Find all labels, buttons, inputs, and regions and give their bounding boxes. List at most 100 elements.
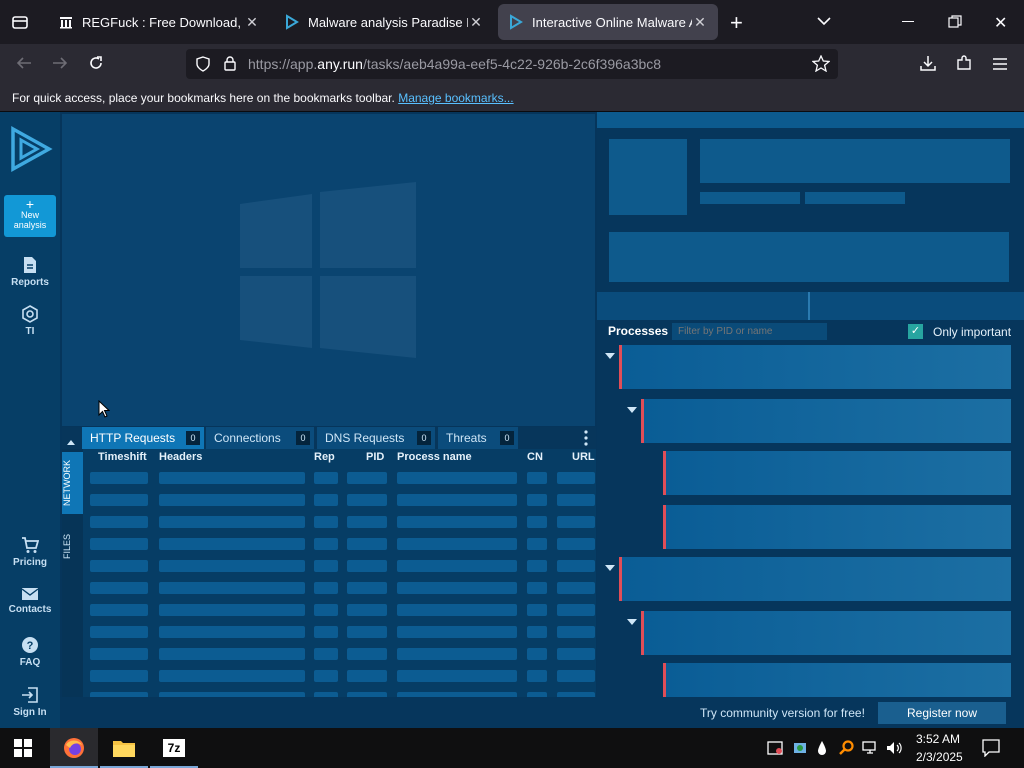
table-cell-placeholder	[90, 472, 148, 484]
table-cell-placeholder	[159, 538, 305, 550]
close-icon[interactable]: ✕	[692, 14, 708, 31]
menu-icon[interactable]	[992, 57, 1008, 75]
downloads-icon[interactable]	[920, 55, 936, 76]
start-button[interactable]	[14, 739, 32, 762]
chevron-down-icon[interactable]	[816, 14, 832, 32]
volume-icon[interactable]	[886, 741, 904, 760]
notifications-icon[interactable]	[982, 739, 1000, 762]
forward-icon[interactable]	[52, 56, 68, 75]
7zip-icon: 7z	[163, 739, 185, 757]
bookmarks-toolbar: For quick access, place your bookmarks h…	[0, 84, 1024, 112]
table-cell-placeholder	[347, 494, 387, 506]
help-icon: ?	[22, 637, 38, 653]
manage-bookmarks-link[interactable]: Manage bookmarks...	[398, 91, 513, 105]
extensions-icon[interactable]	[956, 55, 972, 76]
side-tab-network[interactable]: NETWORK	[62, 452, 83, 514]
expand-chevron-icon[interactable]	[605, 353, 615, 359]
process-row-placeholder[interactable]	[619, 557, 1011, 601]
taskbar-clock-date[interactable]: 2/3/2025	[916, 750, 963, 764]
table-cell-placeholder	[397, 626, 517, 638]
table-cell-placeholder	[347, 472, 387, 484]
tray-drop-icon[interactable]	[817, 740, 827, 761]
tab-list-icon[interactable]	[10, 12, 30, 32]
browser-tab[interactable]: Malware analysis Paradise Rans ✕	[274, 4, 494, 40]
taskbar-firefox[interactable]	[50, 728, 98, 768]
only-important-label[interactable]: Only important	[933, 325, 1011, 339]
sidebar-item-ti[interactable]: TI	[0, 305, 60, 337]
more-options-icon[interactable]	[584, 430, 588, 451]
expand-chevron-icon[interactable]	[627, 619, 637, 625]
minimize-icon[interactable]	[902, 21, 914, 22]
window-close-icon[interactable]: ✕	[994, 13, 1007, 33]
table-cell-placeholder	[557, 604, 595, 616]
restore-icon[interactable]	[948, 15, 962, 34]
url-text[interactable]: https://app.any.run/tasks/aeb4a99a-eef5-…	[248, 56, 661, 72]
browser-tab-active[interactable]: Interactive Online Malware Ana ✕	[498, 4, 718, 40]
community-promo-text: Try community version for free!	[700, 706, 865, 720]
process-row-placeholder[interactable]	[663, 663, 1011, 697]
table-cell-placeholder	[347, 560, 387, 572]
divider	[808, 292, 810, 320]
vm-screen-placeholder[interactable]	[62, 114, 595, 426]
column-header-process-name[interactable]: Process name	[397, 451, 472, 463]
register-now-button[interactable]: Register now	[878, 702, 1006, 724]
close-icon[interactable]: ✕	[244, 14, 260, 31]
taskbar-clock-time[interactable]: 3:52 AM	[916, 732, 960, 746]
column-header-pid[interactable]: PID	[366, 451, 384, 463]
back-icon[interactable]	[16, 56, 32, 75]
taskbar-file-explorer[interactable]	[100, 728, 148, 768]
browser-tab[interactable]: REGFuck : Free Download, Borr ✕	[48, 4, 270, 40]
anyrun-logo-icon	[510, 14, 523, 30]
tray-network-app-icon[interactable]	[792, 740, 808, 761]
side-tab-files[interactable]: FILES	[62, 526, 83, 566]
anyrun-logo[interactable]	[9, 126, 53, 177]
tab-threats[interactable]: Threats 0	[438, 427, 518, 449]
process-row-placeholder[interactable]	[619, 345, 1011, 389]
tab-connections[interactable]: Connections 0	[206, 427, 314, 449]
sidebar-item-pricing[interactable]: Pricing	[0, 536, 60, 568]
process-filter-input[interactable]	[672, 323, 827, 340]
table-cell-placeholder	[314, 560, 338, 572]
table-cell-placeholder	[397, 670, 517, 682]
table-cell-placeholder	[557, 670, 595, 682]
sidebar-item-faq[interactable]: ? FAQ	[0, 636, 60, 668]
firefox-icon	[64, 738, 84, 758]
table-cell-placeholder	[347, 670, 387, 682]
sidebar-item-sign-in[interactable]: Sign In	[0, 686, 60, 718]
column-header-url[interactable]: URL	[572, 451, 595, 463]
plus-icon: +	[25, 196, 35, 212]
close-icon[interactable]: ✕	[468, 14, 484, 31]
tab-dns-requests[interactable]: DNS Requests 0	[317, 427, 435, 449]
new-analysis-button[interactable]: + New analysis	[4, 195, 56, 237]
tray-app-icon[interactable]	[767, 741, 783, 760]
table-cell-placeholder	[397, 538, 517, 550]
sidebar-item-reports[interactable]: Reports	[0, 256, 60, 288]
shield-icon[interactable]	[196, 56, 210, 77]
column-header-cn[interactable]: CN	[527, 451, 543, 463]
column-header-rep[interactable]: Rep	[314, 451, 335, 463]
network-icon[interactable]	[862, 741, 878, 760]
table-cell-placeholder	[90, 626, 148, 638]
process-row-placeholder[interactable]	[641, 611, 1011, 655]
expand-chevron-icon[interactable]	[605, 565, 615, 571]
taskbar-7zip[interactable]: 7z	[150, 728, 198, 768]
count-badge: 0	[296, 431, 310, 445]
column-header-timeshift[interactable]: Timeshift	[98, 451, 147, 463]
reload-icon[interactable]	[88, 55, 104, 76]
sidebar-item-contacts[interactable]: Contacts	[0, 587, 60, 615]
process-row-placeholder[interactable]	[641, 399, 1011, 443]
table-cell-placeholder	[314, 538, 338, 550]
table-cell-placeholder	[90, 538, 148, 550]
table-cell-placeholder	[397, 560, 517, 572]
new-tab-icon[interactable]: +	[730, 10, 743, 36]
column-header-headers[interactable]: Headers	[159, 451, 202, 463]
table-cell-placeholder	[90, 648, 148, 660]
bookmark-star-icon[interactable]	[811, 54, 831, 77]
expand-chevron-icon[interactable]	[627, 407, 637, 413]
tab-http-requests[interactable]: HTTP Requests 0	[82, 427, 204, 449]
tray-search-tool-icon[interactable]	[838, 740, 854, 761]
lock-icon[interactable]	[224, 56, 236, 76]
process-row-placeholder[interactable]	[663, 505, 1011, 549]
process-row-placeholder[interactable]	[663, 451, 1011, 495]
only-important-checkbox[interactable]: ✓	[908, 324, 923, 339]
